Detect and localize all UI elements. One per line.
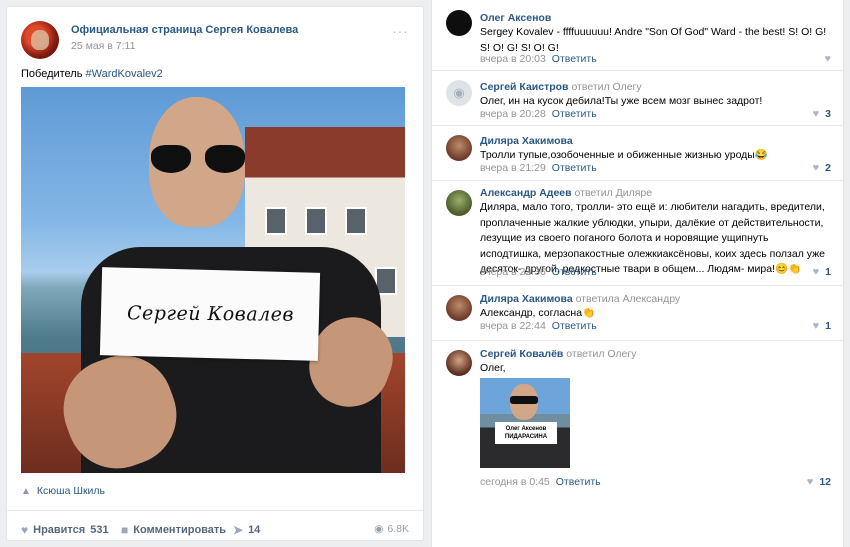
post-date[interactable]: 25 мая в 7:11: [71, 40, 135, 52]
heart-icon: ♥: [812, 320, 820, 332]
comment-item: Сергей Ковалёв ответил Олегу Олег, Олег …: [432, 340, 843, 500]
eye-icon: ◉: [374, 523, 384, 535]
commenter-avatar[interactable]: [446, 135, 472, 161]
commenter-name[interactable]: Диляра Хакимова ответила Александру: [480, 293, 680, 305]
reply-button[interactable]: Ответить: [552, 320, 597, 332]
comment-meta: вчера в 22:36 Ответить: [480, 266, 597, 278]
reply-button[interactable]: Ответить: [556, 476, 601, 488]
comment-text: Sergey Kovalev - ffffuuuuuu! Andre "Son …: [480, 26, 827, 54]
comment-time[interactable]: вчера в 21:29: [480, 162, 546, 174]
heart-icon: ♥: [21, 523, 29, 537]
comment-image[interactable]: Олег Аксенов ПИДАРАСИНА: [480, 378, 570, 468]
share-button[interactable]: ➤ 14: [233, 523, 260, 537]
tagged-person[interactable]: ▲ Ксюша Шкиль: [21, 485, 105, 497]
heart-icon: ♥: [812, 266, 820, 278]
post-photo[interactable]: Сергей Ковалев: [21, 87, 405, 473]
comment-like-button[interactable]: ♥: [824, 53, 831, 65]
commenter-name[interactable]: Сергей Каистров ответил Олегу: [480, 81, 642, 93]
reply-button[interactable]: Ответить: [552, 108, 597, 120]
post-text-prefix: Победитель: [21, 68, 86, 80]
comment-icon: ■: [121, 523, 129, 537]
share-count: 14: [248, 524, 261, 536]
commenter-avatar[interactable]: [446, 295, 472, 321]
more-options-icon[interactable]: ···: [392, 23, 409, 39]
comment-time[interactable]: вчера в 22:36: [480, 266, 546, 278]
comment-time[interactable]: сегодня в 0:45: [480, 476, 550, 488]
comment-meta: вчера в 21:29 Ответить: [480, 162, 597, 174]
heart-icon: ♥: [824, 53, 831, 65]
comment-like-count: 3: [825, 108, 831, 120]
photo-sign-text: Сергей Ковалев: [126, 302, 294, 326]
tagged-person-name[interactable]: Ксюша Шкиль: [37, 485, 105, 497]
comments-panel: Олег Аксенов Sergey Kovalev - ffffuuuuuu…: [431, 0, 844, 547]
reply-button[interactable]: Ответить: [552, 162, 597, 174]
photo-sign: Сергей Ковалев: [99, 267, 321, 361]
views-counter: ◉ 6.8K: [374, 523, 409, 535]
comment-item: Александр Адеев ответил Диляре Диляра, м…: [432, 180, 843, 286]
like-button[interactable]: ♥ Нравится 531: [21, 523, 109, 537]
post-author-link[interactable]: Официальная страница Сергея Ковалева: [71, 24, 298, 36]
post-text: Победитель #WardKovalev2: [21, 68, 163, 80]
reply-button[interactable]: Ответить: [552, 266, 597, 278]
commenter-name[interactable]: Александр Адеев ответил Диляре: [480, 187, 652, 199]
comment-like-button[interactable]: ♥ 12: [807, 476, 831, 488]
author-avatar[interactable]: [21, 21, 59, 59]
commenter-avatar[interactable]: [446, 190, 472, 216]
comment-button[interactable]: ■ Комментировать: [121, 523, 226, 537]
comment-time[interactable]: вчера в 20:28: [480, 108, 546, 120]
comment-item: Олег Аксенов Sergey Kovalev - ffffuuuuuu…: [432, 0, 843, 71]
hashtag-link[interactable]: #WardKovalev2: [86, 68, 163, 80]
comment-like-button[interactable]: ♥ 2: [813, 162, 831, 174]
heart-icon: ♥: [806, 476, 814, 488]
comment-time[interactable]: вчера в 22:44: [480, 320, 546, 332]
commenter-avatar[interactable]: [446, 10, 472, 36]
comment-item: ◉ Сергей Каистров ответил Олегу Олег, ин…: [432, 70, 843, 126]
comment-like-button[interactable]: ♥ 1: [813, 320, 831, 332]
commenter-name[interactable]: Диляра Хакимова: [480, 135, 573, 147]
comment-like-count: 1: [825, 320, 831, 332]
heart-icon: ♥: [812, 162, 820, 174]
wall-post: Официальная страница Сергея Ковалева 25 …: [6, 6, 424, 541]
commenter-name[interactable]: Сергей Ковалёв ответил Олегу: [480, 348, 636, 360]
comment-meta: вчера в 20:28 Ответить: [480, 108, 597, 120]
post-actions: ♥ Нравится 531 ■ Комментировать ➤ 14 ◉ 6…: [7, 510, 423, 537]
share-icon: ➤: [233, 523, 244, 537]
commenter-avatar[interactable]: [446, 350, 472, 376]
reply-button[interactable]: Ответить: [552, 53, 597, 65]
camera-icon[interactable]: ◉: [446, 80, 472, 106]
like-count: 531: [90, 524, 109, 536]
comment-like-count: 1: [825, 266, 831, 278]
comment-time[interactable]: вчера в 20:03: [480, 53, 546, 65]
commenter-name[interactable]: Олег Аксенов: [480, 12, 551, 24]
comment-like-button[interactable]: ♥ 3: [813, 108, 831, 120]
comment-label: Комментировать: [133, 524, 227, 536]
comment-like-count: 12: [819, 476, 831, 488]
comment-like-button[interactable]: ♥ 1: [813, 266, 831, 278]
comment-text: Олег,: [480, 362, 506, 374]
comment-like-count: 2: [825, 162, 831, 174]
like-label: Нравится: [33, 524, 86, 536]
comment-meta: сегодня в 0:45 Ответить: [480, 476, 601, 488]
comment-item: Диляра Хакимова Тролли тупые,озобоченные…: [432, 125, 843, 181]
person-icon: ▲: [21, 485, 31, 497]
comment-meta: вчера в 22:44 Ответить: [480, 320, 597, 332]
comment-item: Диляра Хакимова ответила Александру Алек…: [432, 285, 843, 341]
photo-sunglasses: [151, 145, 245, 173]
heart-icon: ♥: [812, 108, 820, 120]
comment-meta: вчера в 20:03 Ответить: [480, 53, 597, 65]
comment-image-caption: Олег Аксенов ПИДАРАСИНА: [495, 422, 557, 444]
views-count: 6.8K: [387, 523, 409, 535]
